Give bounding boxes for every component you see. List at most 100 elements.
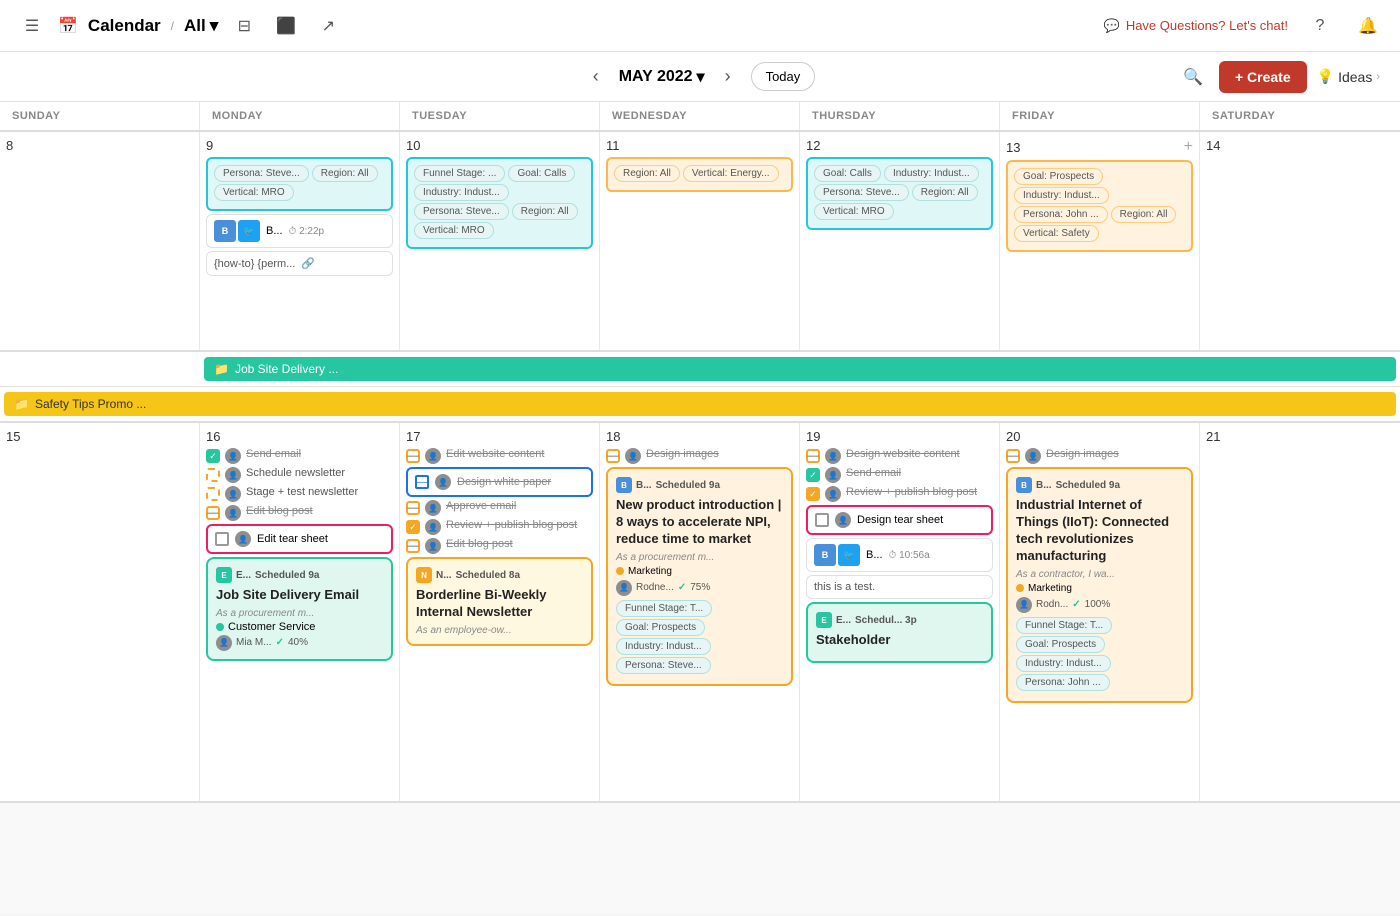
avatar-rodn20: 👤 <box>1016 597 1032 613</box>
task-design-website-19[interactable]: — 👤 Design website content <box>806 448 993 464</box>
blog-icons-19: B 🐦 <box>814 544 860 566</box>
menu-icon[interactable]: ☰ <box>16 10 48 42</box>
ideas-button[interactable]: 💡 Ideas › <box>1317 68 1380 85</box>
jobsite-delivery-bar[interactable]: 📁 Job Site Delivery ... <box>204 357 1396 381</box>
checkbox-review-publish[interactable]: ✓ <box>406 520 420 534</box>
sched-label-n: N... <box>436 570 452 581</box>
task-design-images-20[interactable]: — 👤 Design images <box>1006 448 1193 464</box>
task-review-publish[interactable]: ✓ 👤 Review + publish blog post <box>406 519 593 535</box>
thu19-blog-card[interactable]: B 🐦 B... ⏱ 10:56a <box>806 538 993 572</box>
check-iiot: ✓ <box>1072 599 1080 610</box>
checkbox-edit-blog-17[interactable]: — <box>406 539 420 553</box>
sched-header-e19: E E... Schedul... 3p <box>816 612 983 628</box>
chat-link[interactable]: 💬 Have Questions? Let's chat! <box>1104 18 1288 34</box>
whitepaper-checkbox[interactable]: — <box>415 475 429 489</box>
week-row-2: 15 16 ✓ 👤 Send email 👤 Schedule newslett… <box>0 423 1400 803</box>
task-label-edit-web: Edit website content <box>446 448 544 460</box>
search-icon[interactable]: 🔍 <box>1177 61 1209 93</box>
create-button[interactable]: + Create <box>1219 61 1307 93</box>
mon9-event-card[interactable]: Persona: Steve... Region: All Vertical: … <box>206 157 393 211</box>
iiot-card[interactable]: B B... Scheduled 9a Industrial Internet … <box>1006 467 1193 703</box>
tag-persona-npi: Persona: Steve... <box>616 657 711 674</box>
filter-icon[interactable]: ⊟ <box>228 10 260 42</box>
note-card-19: this is a test. <box>806 575 993 599</box>
header-thursday: THURSDAY <box>800 102 1000 130</box>
check-green: ✓ <box>276 637 284 648</box>
task-schedule-newsletter[interactable]: 👤 Schedule newsletter <box>206 467 393 483</box>
link-text: {how-to} {perm... <box>214 258 295 270</box>
task-send-email-19[interactable]: ✓ 👤 Send email <box>806 467 993 483</box>
stakeholder-card[interactable]: E E... Schedul... 3p Stakeholder <box>806 602 993 663</box>
npi-card[interactable]: B B... Scheduled 9a New product introduc… <box>606 467 793 686</box>
fri13-event-card[interactable]: Goal: Prospects Industry: Indust... Pers… <box>1006 160 1193 252</box>
bell-icon[interactable]: 🔔 <box>1352 10 1384 42</box>
tag-persona: Persona: Steve... <box>414 203 509 220</box>
display-icon[interactable]: ⬛ <box>270 10 302 42</box>
avatar-review-19: 👤 <box>825 486 841 502</box>
dot-orange-iiot <box>1016 584 1024 592</box>
avatar-whitepaper: 👤 <box>435 474 451 490</box>
day-18: 18 — 👤 Design images B B... Scheduled 9a… <box>600 423 800 801</box>
newsletter-scheduled-card[interactable]: N N... Scheduled 8a Borderline Bi-Weekly… <box>406 557 593 646</box>
day-17: 17 — 👤 Edit website content — 👤 Design w… <box>400 423 600 801</box>
safety-tips-bar[interactable]: 📁 Safety Tips Promo ... <box>4 392 1396 416</box>
task-approve-email[interactable]: — 👤 Approve email <box>406 500 593 516</box>
sched-time-e19: Schedul... 3p <box>855 615 917 626</box>
wed11-event-card[interactable]: Region: All Vertical: Energy... <box>606 157 793 192</box>
design-tear-sheet-card[interactable]: 👤 Design tear sheet <box>806 505 993 535</box>
checkbox-send-email[interactable]: ✓ <box>206 449 220 463</box>
checkbox-edit-website[interactable]: — <box>406 449 420 463</box>
task-send-email[interactable]: ✓ 👤 Send email <box>206 448 393 464</box>
jobsite-scheduled-card[interactable]: E E... Scheduled 9a Job Site Delivery Em… <box>206 557 393 661</box>
next-month-button[interactable]: › <box>717 62 739 91</box>
tear-checkbox[interactable] <box>215 532 229 546</box>
nav-all[interactable]: All ▾ <box>184 16 218 36</box>
allday-bar-jobsite: 📁 Job Site Delivery ... <box>200 355 1400 383</box>
avatar-edit-web: 👤 <box>425 448 441 464</box>
checkbox-schedule-newsletter[interactable] <box>206 468 220 482</box>
design-whitepaper-card[interactable]: — 👤 Design white paper <box>406 467 593 497</box>
tag-persona: Persona: Steve... <box>814 184 909 201</box>
avatar-review: 👤 <box>425 519 441 535</box>
task-design-images-18[interactable]: — 👤 Design images <box>606 448 793 464</box>
progress-40: 40% <box>288 637 308 648</box>
month-year-display[interactable]: MAY 2022 ▾ <box>619 67 705 87</box>
task-stage-test[interactable]: 👤 Stage + test newsletter <box>206 486 393 502</box>
checkbox-design-web-19[interactable]: — <box>806 449 820 463</box>
b-icon-20: B <box>1016 477 1032 493</box>
allday-row-2: 📁 Safety Tips Promo ... <box>0 387 1400 423</box>
jobsite-sub: As a procurement m... <box>216 608 383 619</box>
add-event-icon[interactable]: + <box>1184 138 1193 156</box>
mon9-link-card[interactable]: {how-to} {perm... 🔗 <box>206 251 393 276</box>
avatar-design-tear: 👤 <box>835 512 851 528</box>
design-tear-checkbox[interactable] <box>815 513 829 527</box>
header-tuesday: TUESDAY <box>400 102 600 130</box>
checkbox-review-19[interactable]: ✓ <box>806 487 820 501</box>
thu12-event-card[interactable]: Goal: Calls Industry: Indust... Persona:… <box>806 157 993 230</box>
today-button[interactable]: Today <box>751 62 816 91</box>
sched-header-b20: B B... Scheduled 9a <box>1016 477 1183 493</box>
checkbox-approve-email[interactable]: — <box>406 501 420 515</box>
day-20: 20 — 👤 Design images B B... Scheduled 9a… <box>1000 423 1200 801</box>
day-10: 10 Funnel Stage: ... Goal: Calls Industr… <box>400 132 600 350</box>
checkbox-stage-test[interactable] <box>206 487 220 501</box>
edit-tear-sheet-card[interactable]: 👤 Edit tear sheet <box>206 524 393 554</box>
task-edit-blog[interactable]: — 👤 Edit blog post <box>206 505 393 521</box>
checkbox-design-images-18[interactable]: — <box>606 449 620 463</box>
task-edit-blog-17[interactable]: — 👤 Edit blog post <box>406 538 593 554</box>
task-edit-website[interactable]: — 👤 Edit website content <box>406 448 593 464</box>
tue10-event-card[interactable]: Funnel Stage: ... Goal: Calls Industry: … <box>406 157 593 249</box>
day-16: 16 ✓ 👤 Send email 👤 Schedule newsletter … <box>200 423 400 801</box>
author-mia: Mia M... <box>236 637 272 648</box>
checkbox-send-19[interactable]: ✓ <box>806 468 820 482</box>
tag-region: Region: All <box>614 165 680 182</box>
share-icon[interactable]: ↗ <box>312 10 344 42</box>
checkbox-design-images-20[interactable]: — <box>1006 449 1020 463</box>
mon9-blog-card[interactable]: B 🐦 B... ⏱ 2:22p <box>206 214 393 248</box>
day-num-13: 13 + <box>1006 138 1193 156</box>
help-icon[interactable]: ? <box>1304 10 1336 42</box>
prev-month-button[interactable]: ‹ <box>585 62 607 91</box>
week-row-1: 8 9 Persona: Steve... Region: All Vertic… <box>0 132 1400 352</box>
task-review-19[interactable]: ✓ 👤 Review + publish blog post <box>806 486 993 502</box>
checkbox-edit-blog[interactable]: — <box>206 506 220 520</box>
